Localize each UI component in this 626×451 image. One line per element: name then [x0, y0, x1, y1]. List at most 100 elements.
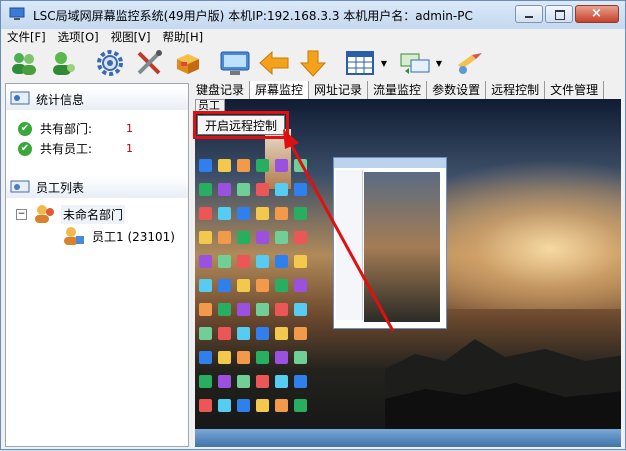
toolbar-button-download[interactable]	[294, 47, 332, 79]
nested-app-window	[333, 157, 447, 329]
desktop-app-icon	[218, 303, 231, 316]
toolbar-button-network[interactable]	[396, 47, 434, 79]
tab-traffic-monitor[interactable]: 流量监控	[368, 81, 428, 99]
toolbar-button-user[interactable]	[44, 47, 82, 79]
employee-count-value: 1	[126, 142, 133, 155]
desktop-app-icon	[294, 159, 307, 172]
desktop-app-icon	[256, 351, 269, 364]
remote-screen-view[interactable]: 员工1	[195, 99, 621, 447]
desktop-app-icon	[275, 231, 288, 244]
desktop-app-icon	[199, 303, 212, 316]
grid-dropdown-button[interactable]: ▼	[380, 47, 388, 79]
desktop-app-icon	[275, 327, 288, 340]
desktop-app-icon	[275, 207, 288, 220]
tab-keyboard-log[interactable]: 键盘记录	[191, 81, 251, 99]
desktop-app-icon	[199, 351, 212, 364]
employee-list-heading: 员工列表	[36, 180, 85, 195]
close-icon: ×	[591, 6, 602, 21]
desktop-app-icon	[237, 375, 250, 388]
tab-file-manager[interactable]: 文件管理	[545, 81, 605, 99]
toolbar-button-grid[interactable]	[341, 47, 379, 79]
desktop-app-icon	[275, 351, 288, 364]
menu-options[interactable]: 选项[O]	[52, 29, 105, 45]
tab-remote-control[interactable]: 远程控制	[486, 81, 546, 99]
menu-help[interactable]: 帮助[H]	[156, 29, 209, 45]
monitor-icon	[220, 51, 250, 75]
toolbar-button-tools[interactable]	[130, 47, 168, 79]
employee-list-header: 员工列表	[6, 176, 188, 198]
desktop-app-icon	[294, 207, 307, 220]
desktop-app-icon	[256, 327, 269, 340]
desktop-app-icon	[199, 327, 212, 340]
employee-count-row: ✔ 共有员工: 1	[18, 140, 133, 157]
maximize-button[interactable]	[545, 5, 573, 23]
desktop-app-icon	[237, 279, 250, 292]
desktop-app-icon	[256, 207, 269, 220]
minimize-button[interactable]	[515, 5, 543, 23]
desktop-app-icon	[218, 231, 231, 244]
desktop-app-icon	[294, 255, 307, 268]
desktop-app-icon	[275, 255, 288, 268]
desktop-app-icon	[294, 279, 307, 292]
check-icon: ✔	[18, 141, 32, 156]
toolbar-button-package[interactable]	[169, 47, 207, 79]
box-icon	[177, 54, 199, 74]
desktop-app-icon	[237, 159, 250, 172]
desktop-app-icon	[256, 255, 269, 268]
tree-employee-node[interactable]: 员工1 (23101)	[62, 226, 175, 246]
annotation-highlight-box	[193, 111, 289, 139]
arrow-down-icon	[299, 50, 327, 77]
employee-list-icon	[10, 180, 30, 193]
desktop-app-icon	[275, 375, 288, 388]
stats-icon	[10, 91, 30, 105]
desktop-app-icon	[218, 375, 231, 388]
users-icon	[12, 53, 36, 75]
desktop-app-icon	[237, 303, 250, 316]
desktop-app-icon	[275, 303, 288, 316]
desktop-app-icon	[275, 279, 288, 292]
tab-settings[interactable]: 参数设置	[427, 81, 487, 99]
tree-department-node[interactable]: − 未命名部门	[16, 204, 126, 224]
app-window: LSC局域网屏幕监控系统(49用户版) 本机IP:192.168.3.3 本机用…	[0, 0, 626, 450]
tab-screen-monitor[interactable]: 屏幕监控	[250, 81, 310, 99]
grid-icon	[346, 51, 374, 75]
employee-avatar-icon	[64, 227, 84, 245]
department-count-label: 共有部门:	[40, 122, 93, 136]
desktop-app-icon	[199, 183, 212, 196]
employee-name: 员工1 (23101)	[92, 229, 175, 244]
desktop-app-icon	[256, 231, 269, 244]
toolbar-button-back[interactable]	[255, 47, 293, 79]
menu-file[interactable]: 文件[F]	[1, 29, 52, 45]
toolbar-button-settings[interactable]	[91, 47, 129, 79]
desktop-app-icon	[218, 279, 231, 292]
toolbar-button-monitor[interactable]	[216, 47, 254, 79]
network-dropdown-button[interactable]: ▼	[435, 47, 443, 79]
desktop-app-icon	[199, 159, 212, 172]
department-name: 未命名部门	[61, 204, 126, 224]
group-icon	[35, 205, 54, 223]
desktop-app-icon	[218, 207, 231, 220]
left-panel: 统计信息 ✔ 共有部门: 1 ✔ 共有员工: 1 员工列表 − 未命名部门 员工…	[5, 83, 189, 447]
desktop-app-icon	[275, 183, 288, 196]
desktop-icon-grid	[199, 159, 317, 429]
desktop-app-icon	[237, 255, 250, 268]
collapse-icon[interactable]: −	[16, 208, 27, 220]
tab-url-log[interactable]: 网址记录	[309, 81, 369, 99]
desktop-app-icon	[294, 231, 307, 244]
stats-section-header: 统计信息	[6, 88, 188, 110]
desktop-app-icon	[218, 399, 231, 412]
toolbar-button-send[interactable]	[451, 47, 489, 79]
desktop-app-icon	[237, 399, 250, 412]
tools-icon	[137, 50, 162, 75]
toolbar-button-users[interactable]	[5, 47, 43, 79]
chevron-down-icon: ▼	[435, 58, 443, 68]
close-button[interactable]: ×	[575, 5, 619, 23]
window-title: LSC局域网屏幕监控系统(49用户版) 本机IP:192.168.3.3 本机用…	[33, 9, 473, 23]
desktop-app-icon	[294, 351, 307, 364]
menu-view[interactable]: 视图[V]	[105, 29, 157, 45]
user-icon	[53, 52, 75, 75]
employee-count-label: 共有员工:	[40, 142, 93, 156]
toolbar: ▼ ▼	[5, 45, 490, 81]
desktop-app-icon	[275, 159, 288, 172]
gear-icon	[97, 50, 123, 76]
